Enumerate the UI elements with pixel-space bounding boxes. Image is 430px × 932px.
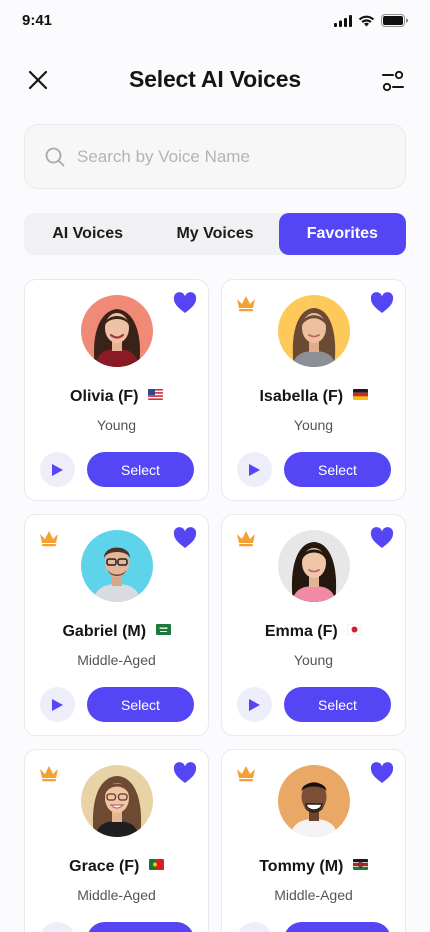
tab-favorites[interactable]: Favorites — [278, 213, 406, 255]
status-time: 9:41 — [22, 12, 53, 29]
signal-icon — [334, 14, 352, 27]
voice-card: Tommy (M) Middle-Aged Select — [221, 749, 406, 932]
flag-de-icon — [352, 389, 368, 400]
avatar — [81, 530, 153, 602]
flag-jp-icon — [347, 624, 363, 635]
select-button[interactable]: Select — [87, 687, 194, 722]
voice-card: Olivia (F) Young Select — [24, 279, 209, 501]
voice-name: Olivia (F) — [25, 388, 208, 406]
play-icon — [52, 463, 63, 476]
heart-icon[interactable] — [173, 762, 197, 784]
avatar — [278, 765, 350, 837]
tab-ai-voices[interactable]: AI Voices — [24, 213, 151, 255]
play-button[interactable] — [40, 452, 75, 487]
voice-name: Grace (F) — [25, 858, 208, 876]
play-icon — [249, 698, 260, 711]
voice-card: Gabriel (M) Middle-Aged Select — [24, 514, 209, 736]
battery-icon — [381, 14, 408, 27]
voice-name: Emma (F) — [222, 623, 405, 641]
avatar — [81, 765, 153, 837]
voice-age: Middle-Aged — [77, 652, 156, 668]
voice-age: Young — [293, 652, 334, 668]
voice-age: Middle-Aged — [274, 887, 353, 903]
tab-my-voices[interactable]: My Voices — [151, 213, 278, 255]
play-button[interactable] — [237, 687, 272, 722]
play-button[interactable] — [237, 922, 272, 932]
flag-sa-icon — [155, 624, 171, 635]
voice-card: Isabella (F) Young Select — [221, 279, 406, 501]
voice-name: Gabriel (M) — [25, 623, 208, 641]
crown-icon — [40, 766, 58, 782]
page-title: Select AI Voices — [129, 66, 301, 92]
avatar — [278, 295, 350, 367]
crown-icon — [237, 531, 255, 547]
select-button[interactable]: Select — [284, 452, 391, 487]
voice-name: Isabella (F) — [222, 388, 405, 406]
heart-icon[interactable] — [173, 292, 197, 314]
heart-icon[interactable] — [370, 292, 394, 314]
select-button[interactable]: Select — [87, 922, 194, 932]
voice-card: Emma (F) Young Select — [221, 514, 406, 736]
flag-ke-icon — [352, 859, 368, 870]
play-button[interactable] — [40, 687, 75, 722]
voice-age: Young — [96, 417, 137, 433]
status-icons — [334, 14, 408, 27]
search-box[interactable] — [24, 124, 406, 189]
select-button[interactable]: Select — [284, 687, 391, 722]
play-icon — [52, 698, 63, 711]
heart-icon[interactable] — [370, 527, 394, 549]
play-button[interactable] — [237, 452, 272, 487]
status-bar: 9:41 — [0, 0, 430, 44]
filter-icon — [382, 70, 404, 92]
select-button[interactable]: Select — [87, 452, 194, 487]
flag-pt-icon — [148, 859, 164, 870]
search-input[interactable] — [77, 146, 377, 167]
voice-name: Tommy (M) — [222, 858, 405, 876]
voice-age: Middle-Aged — [77, 887, 156, 903]
wifi-icon — [358, 15, 375, 26]
crown-icon — [237, 296, 255, 312]
heart-icon[interactable] — [370, 762, 394, 784]
search-icon — [45, 147, 65, 166]
play-icon — [249, 463, 260, 476]
header: Select AI Voices — [0, 56, 430, 104]
voice-age: Young — [293, 417, 334, 433]
voice-card: Grace (F) Middle-Aged Select — [24, 749, 209, 932]
avatar — [81, 295, 153, 367]
tab-bar: AI Voices My Voices Favorites — [24, 213, 406, 255]
crown-icon — [40, 531, 58, 547]
flag-us-icon — [147, 389, 163, 400]
crown-icon — [237, 766, 255, 782]
avatar — [278, 530, 350, 602]
play-button[interactable] — [40, 922, 75, 932]
select-button[interactable]: Select — [284, 922, 391, 932]
heart-icon[interactable] — [173, 527, 197, 549]
filter-button[interactable] — [380, 68, 406, 94]
